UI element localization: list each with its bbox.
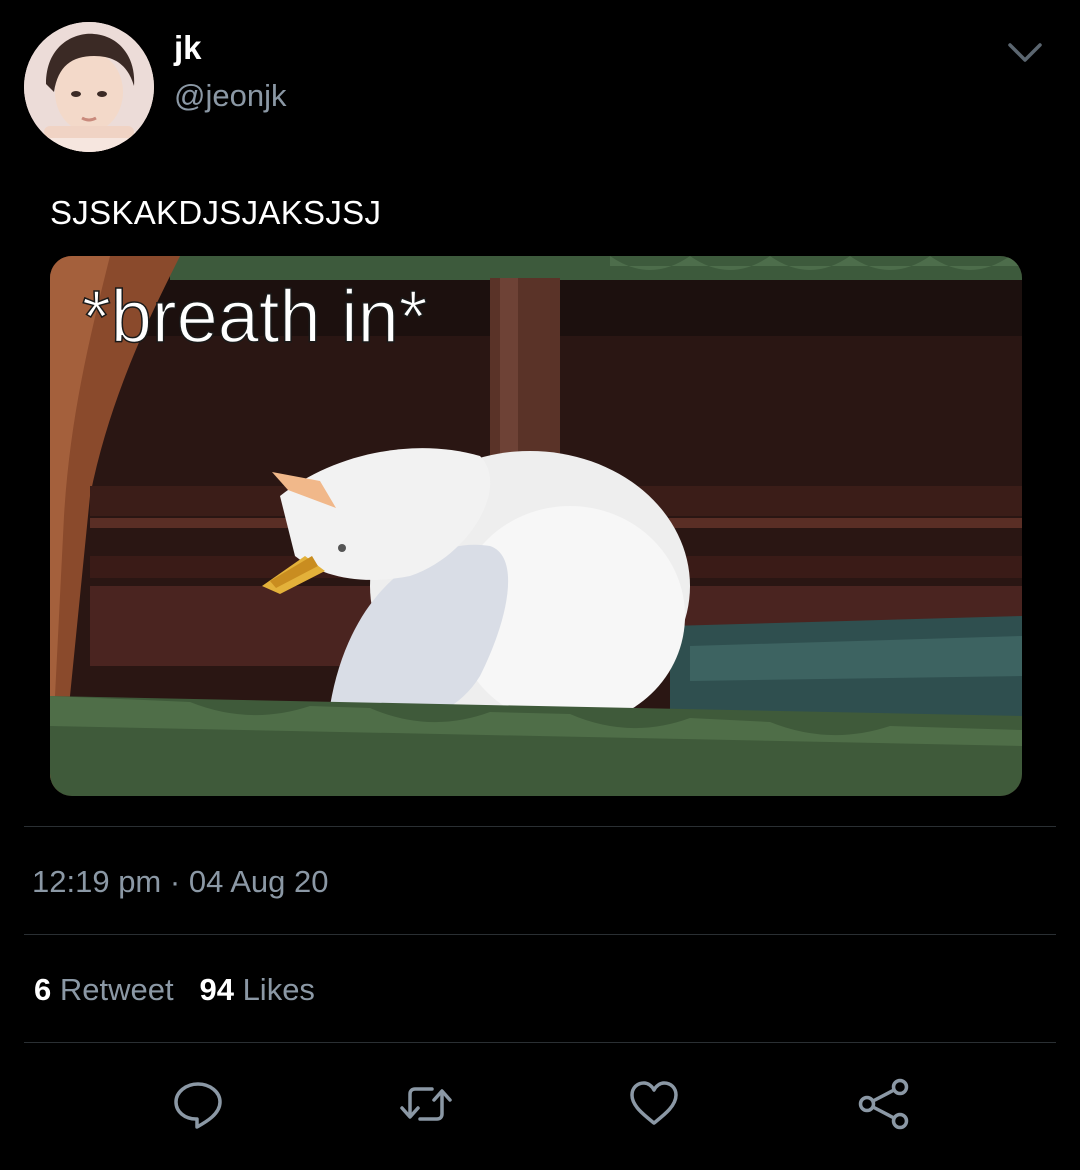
- username-handle[interactable]: @jeonjk: [174, 76, 286, 116]
- like-icon[interactable]: [626, 1076, 682, 1132]
- retweet-icon[interactable]: [398, 1076, 454, 1132]
- timestamp-separator: ·: [169, 864, 181, 899]
- avatar[interactable]: [24, 22, 154, 152]
- reply-icon[interactable]: [170, 1076, 226, 1132]
- tweet-stats: 6 Retweet 94 Likes: [34, 970, 315, 1010]
- display-name[interactable]: jk: [174, 28, 202, 68]
- likes-label: Likes: [242, 972, 315, 1007]
- divider: [24, 934, 1056, 935]
- likes-count: 94: [199, 972, 234, 1007]
- media-caption: *breath in*: [82, 275, 428, 358]
- avatar-image: [24, 22, 154, 152]
- chevron-down-icon[interactable]: [1004, 36, 1046, 68]
- tweet-time: 12:19 pm: [32, 864, 162, 899]
- tweet-text: SJSKAKDJSJAKSJSJ: [50, 194, 382, 231]
- tweet-date: 04 Aug 20: [188, 864, 329, 899]
- likes-stat[interactable]: 94 Likes: [199, 972, 314, 1007]
- divider: [24, 1042, 1056, 1043]
- tweet-timestamp: 12:19 pm · 04 Aug 20: [32, 862, 328, 902]
- retweets-label: Retweet: [59, 972, 174, 1007]
- retweets-stat[interactable]: 6 Retweet: [34, 972, 174, 1007]
- retweets-count: 6: [34, 972, 52, 1007]
- tweet-media-image[interactable]: *breath in*: [50, 256, 1022, 796]
- share-icon[interactable]: [856, 1076, 912, 1132]
- divider: [24, 826, 1056, 827]
